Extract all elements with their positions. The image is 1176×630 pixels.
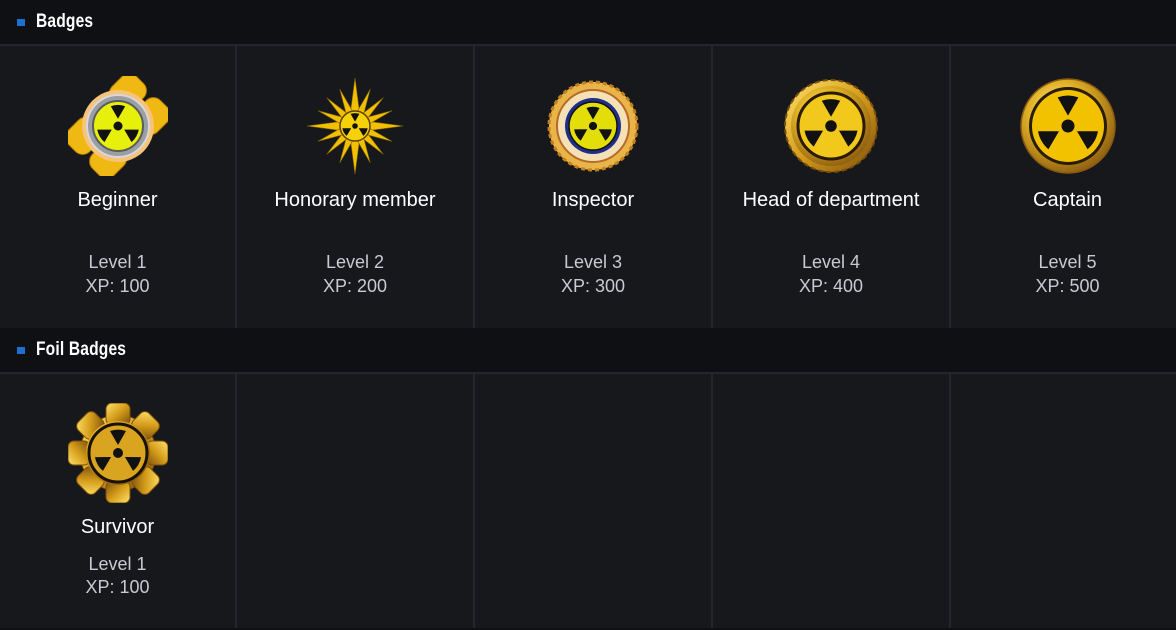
- badge-xp: XP: 100: [85, 577, 150, 597]
- badge-name: Honorary member: [274, 189, 436, 211]
- badge-card[interactable]: Inspector Level 3 XP: 300: [475, 46, 711, 328]
- badge-xp: XP: 100: [85, 276, 150, 296]
- badge-level: Level 1: [88, 554, 147, 574]
- badge-xp: XP: 300: [560, 276, 626, 296]
- radiation-badge-cross-icon: [67, 76, 168, 176]
- badges-grid: Beginner Level 1 XP: 100 Honorary member…: [0, 44, 1176, 328]
- badge-name: Head of department: [742, 189, 920, 211]
- empty-badge-slot: [951, 374, 1176, 628]
- badge-card[interactable]: Honorary member Level 2 XP: 200: [237, 46, 473, 328]
- radiation-badge-star-icon: [306, 77, 404, 175]
- section-title: Foil Badges: [36, 339, 127, 360]
- empty-badge-slot: [237, 374, 473, 628]
- foil-badges-grid: Survivor Level 1 XP: 100: [0, 372, 1176, 628]
- badge-name: Survivor: [80, 516, 155, 538]
- badge-card[interactable]: Head of department Level 4 XP: 400: [713, 46, 949, 328]
- badge-card[interactable]: Beginner Level 1 XP: 100: [0, 46, 235, 328]
- section-title: Badges: [36, 11, 94, 32]
- badge-level: Level 3: [563, 252, 623, 272]
- section-marker: [17, 346, 25, 354]
- badge-name: Beginner: [77, 189, 158, 211]
- badge-level: Level 2: [325, 252, 385, 272]
- foil-badges-section-header: Foil Badges: [0, 328, 1176, 372]
- radiation-badge-gear-icon: [67, 403, 168, 503]
- badge-xp: XP: 400: [798, 276, 864, 296]
- badge-level: Level 5: [1038, 252, 1097, 272]
- badge-name: Inspector: [551, 189, 635, 211]
- badge-card[interactable]: Survivor Level 1 XP: 100: [0, 374, 235, 628]
- badge-level: Level 4: [801, 252, 861, 272]
- radiation-badge-seal-icon: [547, 80, 639, 172]
- empty-badge-slot: [475, 374, 711, 628]
- badge-xp: XP: 500: [1035, 276, 1100, 296]
- badges-section-header: Badges: [0, 0, 1176, 44]
- badge-level: Level 1: [88, 252, 147, 272]
- radiation-badge-coin-icon: [1019, 78, 1116, 174]
- radiation-badge-sun-icon: [784, 79, 878, 173]
- section-marker: [17, 18, 25, 26]
- empty-badge-slot: [713, 374, 949, 628]
- badge-xp: XP: 200: [322, 276, 388, 296]
- badge-name: Captain: [1033, 189, 1102, 211]
- badge-card[interactable]: Captain Level 5 XP: 500: [951, 46, 1176, 328]
